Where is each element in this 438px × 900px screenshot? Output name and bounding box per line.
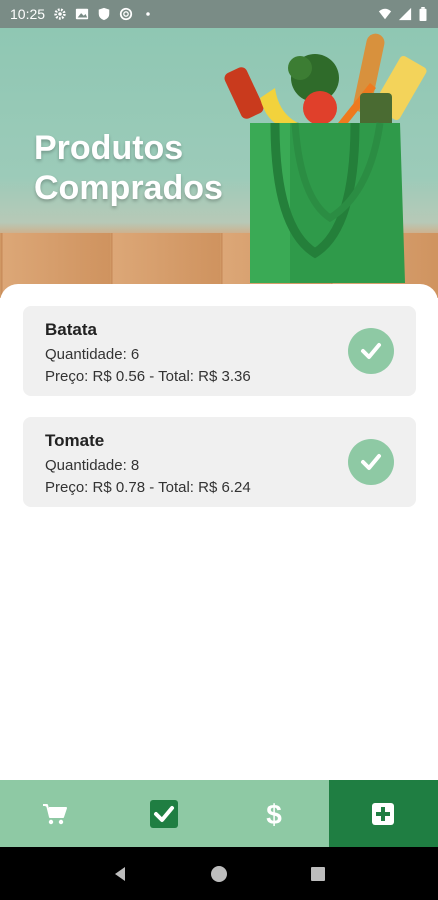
image-icon bbox=[75, 8, 89, 20]
check-icon bbox=[361, 454, 381, 470]
battery-icon bbox=[419, 7, 427, 21]
header-banner: Produtos Comprados bbox=[0, 28, 438, 298]
grocery-bag-image bbox=[224, 33, 427, 283]
check-button[interactable] bbox=[348, 439, 394, 485]
status-time: 10:25 bbox=[10, 6, 46, 22]
gear-icon bbox=[54, 8, 66, 20]
add-icon bbox=[372, 802, 395, 825]
cart-icon bbox=[42, 803, 67, 824]
sync-icon bbox=[119, 7, 133, 21]
product-card[interactable]: Tomate Quantidade: 8 Preço: R$ 0.78 - To… bbox=[23, 417, 416, 507]
check-icon bbox=[361, 343, 381, 359]
nav-add[interactable] bbox=[328, 780, 438, 847]
back-icon[interactable] bbox=[111, 865, 129, 883]
nav-cart[interactable] bbox=[0, 780, 110, 847]
product-price: Preço: R$ 0.78 - Total: R$ 6.24 bbox=[45, 479, 251, 496]
dollar-icon: $ bbox=[266, 799, 282, 829]
recents-icon[interactable] bbox=[309, 865, 327, 883]
product-name: Tomate bbox=[45, 431, 105, 450]
status-bar: 10:25 bbox=[0, 0, 438, 28]
purchased-products-list: Batata Quantidade: 6 Preço: R$ 0.56 - To… bbox=[0, 284, 438, 780]
checked-list-icon bbox=[150, 799, 179, 828]
home-icon[interactable] bbox=[210, 865, 228, 883]
product-name: Batata bbox=[45, 320, 97, 339]
nav-purchased[interactable] bbox=[110, 780, 220, 847]
bottom-navigation: $ bbox=[0, 780, 438, 847]
shield-icon bbox=[98, 7, 110, 21]
product-card[interactable]: Batata Quantidade: 6 Preço: R$ 0.56 - To… bbox=[23, 306, 416, 396]
product-price: Preço: R$ 0.56 - Total: R$ 3.36 bbox=[45, 368, 251, 385]
svg-text:$: $ bbox=[266, 799, 282, 829]
nav-prices[interactable]: $ bbox=[219, 780, 329, 847]
wifi-icon bbox=[378, 8, 392, 20]
system-navigation-bar bbox=[0, 847, 438, 900]
check-button[interactable] bbox=[348, 328, 394, 374]
product-quantity: Quantidade: 8 bbox=[45, 457, 140, 474]
product-quantity: Quantidade: 6 bbox=[45, 346, 140, 363]
signal-icon bbox=[398, 7, 412, 21]
dot-icon bbox=[146, 12, 150, 16]
